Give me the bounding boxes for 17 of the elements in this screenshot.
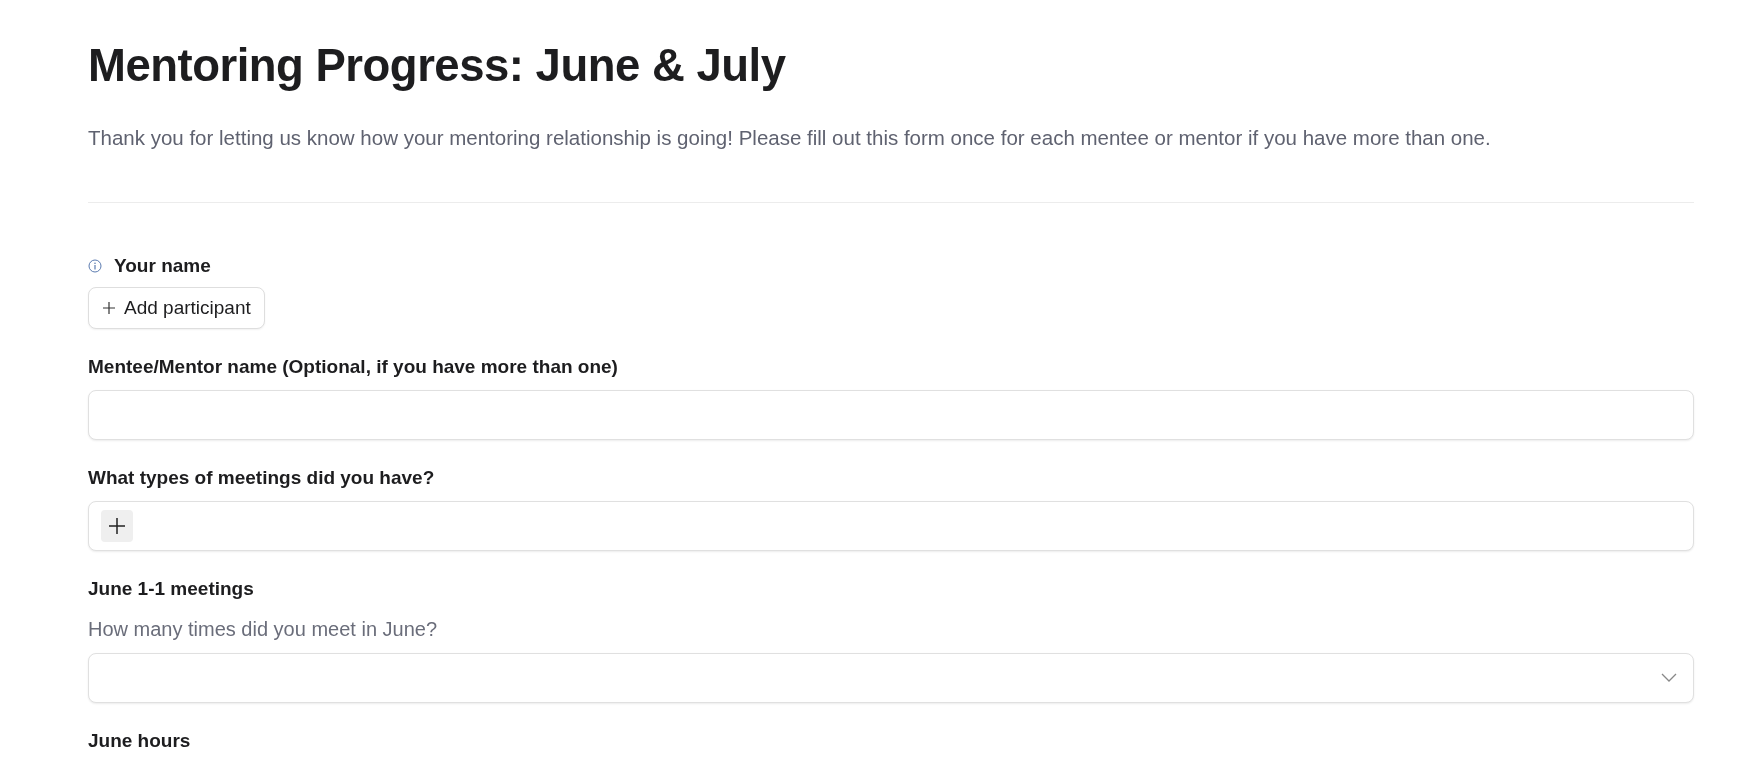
field-label: June 1-1 meetings [88,578,254,600]
chevron-down-icon [1661,673,1677,683]
form-title: Mentoring Progress: June & July [88,40,787,92]
info-icon[interactable] [88,259,102,273]
field-description: How many times did you meet in June? [88,618,438,641]
add-option-button[interactable] [101,510,133,542]
plus-icon [107,516,127,536]
plus-icon [102,301,116,315]
field-label: June hours [88,730,191,752]
add-participant-button[interactable]: Add participant [88,287,265,329]
field-label: Mentee/Mentor name (Optional, if you have more than one) [88,356,618,378]
form-description: Thank you for letting us know how your mentoring relationship is going! Please fill out this form once for each mentee or mentor if you have more than one. [88,126,1492,150]
multi-select-field[interactable] [88,501,1694,551]
field-label: Your name [114,255,211,277]
dropdown-field[interactable] [88,653,1694,703]
text-input-field[interactable] [88,390,1694,440]
field-label: What types of meetings did you have? [88,467,435,489]
